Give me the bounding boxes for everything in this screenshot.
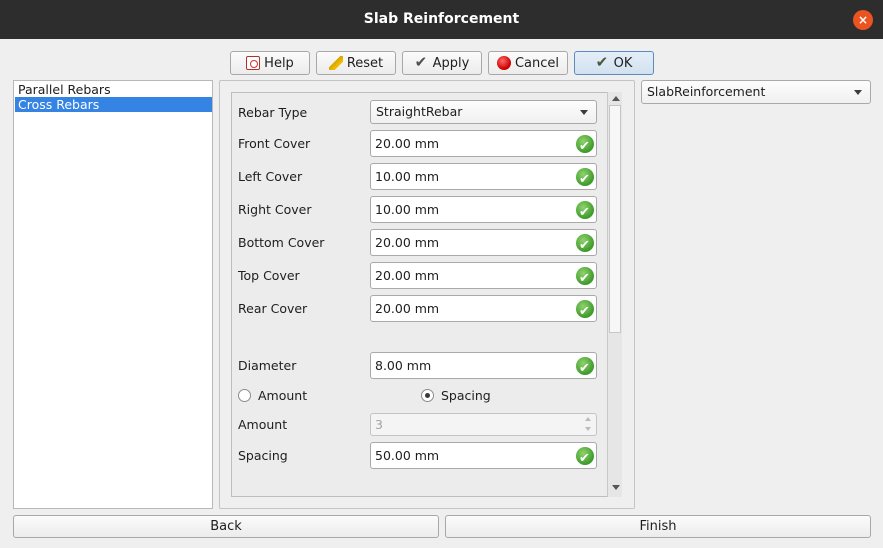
bottom-cover-value: 20.00 mm — [375, 235, 440, 250]
amount-radio[interactable] — [238, 389, 251, 402]
rebar-type-value: StraightRebar — [376, 104, 463, 119]
bottom-cover-label: Bottom Cover — [238, 235, 325, 250]
amount-radio-label: Amount — [258, 388, 308, 403]
form-scrollbar[interactable] — [607, 92, 622, 497]
help-icon — [246, 56, 261, 70]
stop-icon — [496, 56, 511, 70]
object-selector[interactable]: SlabReinforcement — [641, 80, 871, 104]
valid-check-icon — [576, 233, 594, 258]
chevron-down-icon — [580, 110, 588, 115]
valid-check-icon — [576, 299, 594, 324]
valid-check-icon — [576, 167, 594, 192]
right-cover-label: Right Cover — [238, 202, 312, 217]
help-button[interactable]: Help — [230, 51, 310, 75]
rebar-type-list: Parallel Rebars Cross Rebars — [13, 80, 213, 509]
object-selector-value: SlabReinforcement — [647, 84, 766, 99]
top-cover-value: 20.00 mm — [375, 268, 440, 283]
valid-check-icon — [576, 446, 594, 471]
scrollbar-thumb[interactable] — [609, 105, 621, 333]
spacing-radio-label: Spacing — [441, 388, 491, 403]
amount-spinbox: 3 — [370, 413, 597, 436]
rear-cover-label: Rear Cover — [238, 301, 308, 316]
front-cover-label: Front Cover — [238, 136, 311, 151]
help-button-label: Help — [264, 55, 294, 71]
left-cover-value: 10.00 mm — [375, 169, 440, 184]
valid-check-icon — [576, 200, 594, 225]
window-title: Slab Reinforcement — [363, 11, 520, 27]
diameter-value: 8.00 mm — [375, 358, 432, 373]
close-icon[interactable]: × — [853, 10, 873, 30]
diameter-label: Diameter — [238, 358, 297, 373]
amount-value: 3 — [375, 417, 383, 432]
valid-check-icon — [576, 356, 594, 381]
list-item-parallel-rebars[interactable]: Parallel Rebars — [15, 82, 212, 97]
diameter-field[interactable]: 8.00 mm — [370, 352, 597, 381]
amount-label: Amount — [238, 417, 288, 432]
top-cover-field[interactable]: 20.00 mm — [370, 262, 597, 291]
left-cover-label: Left Cover — [238, 169, 303, 184]
front-cover-value: 20.00 mm — [375, 136, 440, 151]
rear-cover-value: 20.00 mm — [375, 301, 440, 316]
top-cover-label: Top Cover — [238, 268, 300, 283]
cancel-button-label: Cancel — [514, 55, 560, 71]
apply-button-label: Apply — [432, 55, 470, 71]
rear-cover-field[interactable]: 20.00 mm — [370, 295, 597, 324]
right-cover-value: 10.00 mm — [375, 202, 440, 217]
apply-button[interactable]: Apply — [402, 51, 482, 75]
chevron-down-icon — [854, 90, 862, 95]
valid-check-icon — [576, 134, 594, 159]
ok-button[interactable]: OK — [574, 51, 654, 75]
right-cover-field[interactable]: 10.00 mm — [370, 196, 597, 225]
scroll-up-icon[interactable] — [612, 96, 620, 101]
valid-check-icon — [576, 266, 594, 291]
reset-button-label: Reset — [346, 55, 384, 71]
broom-icon — [328, 56, 343, 70]
back-button[interactable]: Back — [13, 515, 439, 538]
bottom-cover-field[interactable]: 20.00 mm — [370, 229, 597, 258]
checkmark-icon — [415, 53, 429, 71]
cancel-button[interactable]: Cancel — [488, 51, 568, 75]
ok-button-label: OK — [613, 55, 633, 71]
spin-up-icon — [585, 417, 591, 421]
rebar-type-select[interactable]: StraightRebar — [370, 100, 597, 124]
finish-button[interactable]: Finish — [445, 515, 871, 538]
title-bar: Slab Reinforcement × — [0, 0, 883, 39]
spacing-field[interactable]: 50.00 mm — [370, 442, 597, 471]
spin-down-icon — [585, 427, 591, 431]
ok-checkmark-icon — [596, 53, 610, 71]
list-item-cross-rebars[interactable]: Cross Rebars — [15, 97, 212, 112]
spacing-label: Spacing — [238, 448, 288, 463]
scroll-down-icon[interactable] — [612, 485, 620, 490]
spacing-radio[interactable] — [421, 389, 434, 402]
rebar-type-label: Rebar Type — [238, 105, 308, 120]
front-cover-field[interactable]: 20.00 mm — [370, 130, 597, 159]
spacing-value: 50.00 mm — [375, 448, 440, 463]
left-cover-field[interactable]: 10.00 mm — [370, 163, 597, 192]
reset-button[interactable]: Reset — [316, 51, 396, 75]
